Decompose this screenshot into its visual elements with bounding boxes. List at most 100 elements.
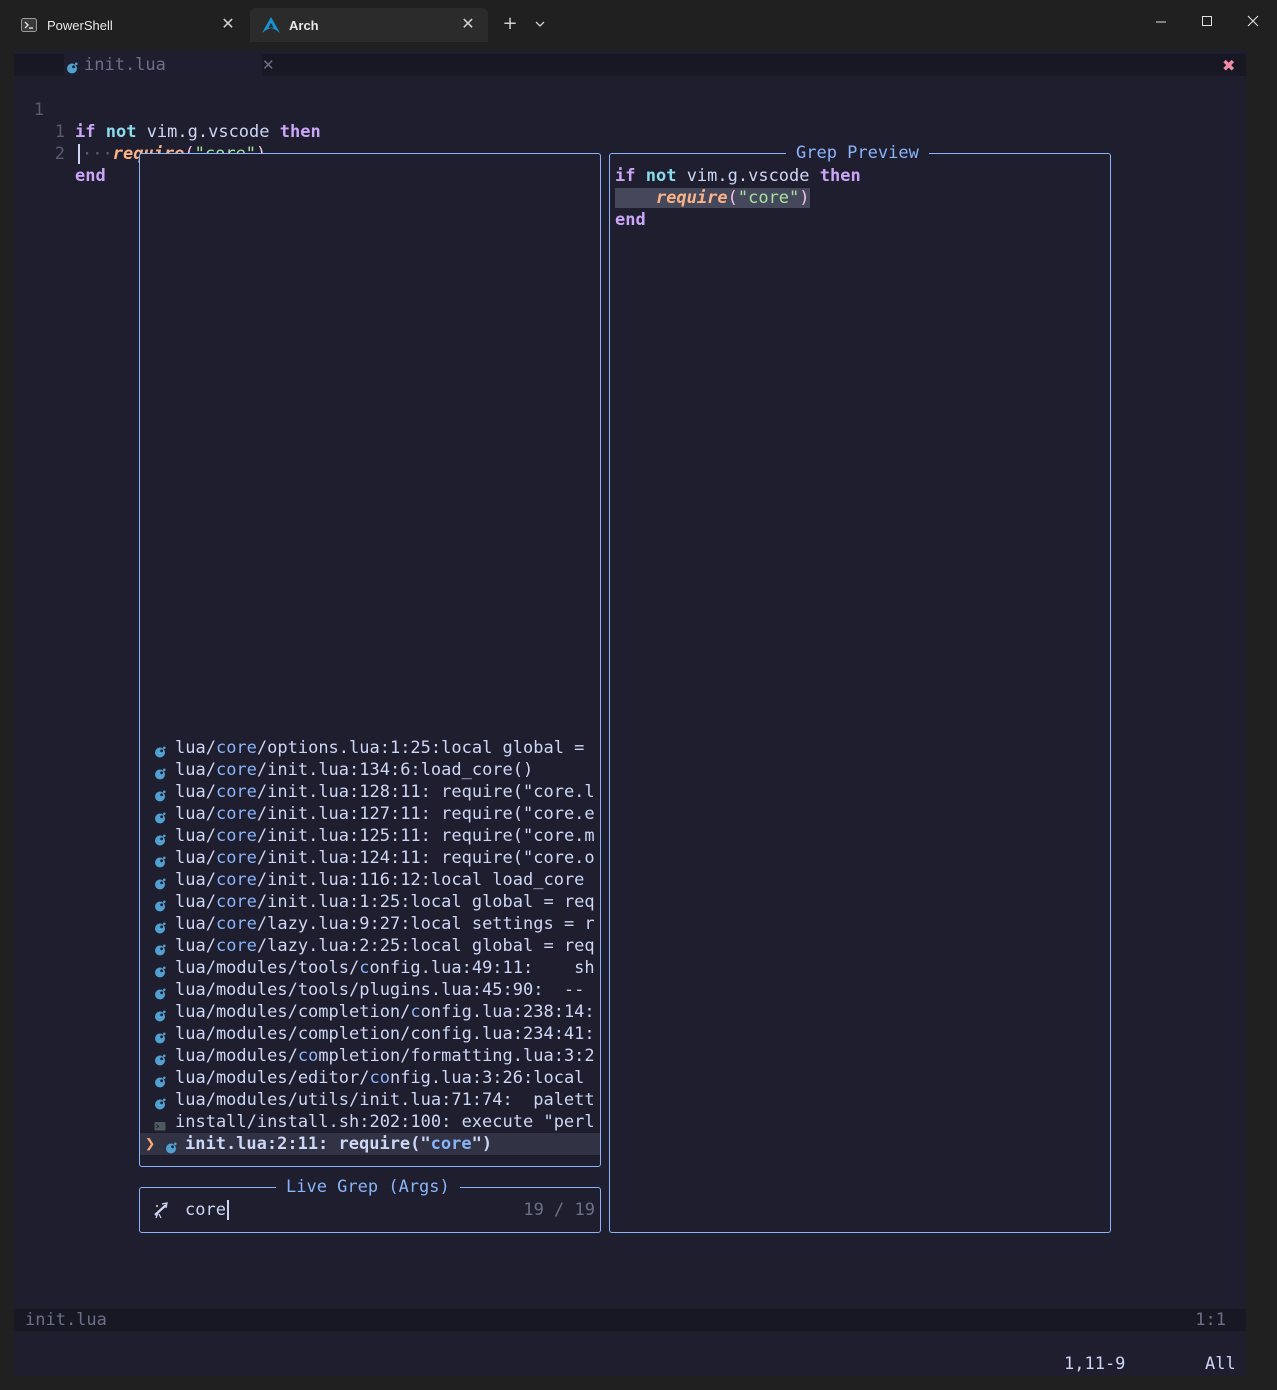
buffer-tab-init-lua[interactable]: init.lua ✕ bbox=[64, 54, 275, 79]
result-text: lua/core/lazy.lua:9:27:local settings = … bbox=[175, 914, 595, 934]
code-text: if not vim.g.vscode then bbox=[75, 122, 321, 142]
result-text: lua/modules/tools/plugins.lua:45:90: -- … bbox=[175, 980, 595, 1000]
result-row[interactable]: lua/modules/completion/config.lua:238:14… bbox=[140, 1001, 600, 1023]
result-text: lua/modules/tools/config.lua:49:11: sho bbox=[175, 958, 595, 978]
result-row[interactable]: lua/core/init.lua:127:11: require("core.… bbox=[140, 803, 600, 825]
new-tab-button[interactable]: + bbox=[500, 14, 520, 34]
lua-file-icon bbox=[154, 940, 166, 956]
close-tab-icon[interactable]: ✕ bbox=[220, 16, 236, 32]
prompt-title: Live Grep (Args) bbox=[276, 1177, 460, 1197]
tab-label: PowerShell bbox=[47, 17, 113, 33]
preview-line: require("core") bbox=[615, 187, 861, 209]
result-text: lua/core/init.lua:128:11: require("core.… bbox=[175, 782, 595, 802]
result-row[interactable]: lua/modules/completion/config.lua:234:41… bbox=[140, 1023, 600, 1045]
result-text: lua/core/init.lua:134:6:load_core() bbox=[175, 760, 534, 780]
result-text: lua/core/init.lua:124:11: require("core.… bbox=[175, 848, 595, 868]
lua-file-icon bbox=[154, 874, 166, 890]
result-row[interactable]: lua/modules/tools/config.lua:49:11: sho bbox=[140, 957, 600, 979]
powershell-icon bbox=[20, 16, 38, 34]
close-tab-icon[interactable]: ✕ bbox=[460, 16, 476, 32]
statusline: init.lua 1:1 bbox=[14, 1309, 1246, 1331]
result-text: lua/core/init.lua:1:25:local global = re… bbox=[175, 892, 595, 912]
lua-file-icon bbox=[154, 1094, 166, 1110]
lua-file-icon bbox=[154, 764, 166, 780]
result-text: install/install.sh:202:100: execute "per… bbox=[175, 1112, 595, 1132]
result-row[interactable]: lua/core/init.lua:124:11: require("core.… bbox=[140, 847, 600, 869]
lua-file-icon bbox=[154, 1028, 166, 1044]
lua-file-icon bbox=[154, 1072, 166, 1088]
tab-powershell[interactable]: PowerShell ✕ bbox=[8, 8, 248, 42]
lua-file-icon bbox=[154, 830, 166, 846]
result-row[interactable]: lua/modules/tools/plugins.lua:45:90: -- … bbox=[140, 979, 600, 1001]
terminal-margin bbox=[1246, 50, 1277, 1390]
minimize-button[interactable] bbox=[1149, 10, 1173, 34]
result-text: init.lua:2:11: require("core") bbox=[185, 1134, 493, 1154]
lua-file-icon bbox=[154, 984, 166, 1000]
lua-file-icon bbox=[154, 786, 166, 802]
result-text: lua/core/options.lua:1:25:local global =… bbox=[175, 738, 595, 758]
lua-file-icon bbox=[154, 852, 166, 868]
result-text: lua/core/lazy.lua:2:25:local global = re… bbox=[175, 936, 595, 956]
cursor-ruler: 1,11-9 bbox=[1064, 1354, 1126, 1374]
lua-file-icon bbox=[154, 742, 166, 758]
lua-file-icon bbox=[154, 808, 166, 824]
result-text: lua/modules/completion/config.lua:238:14… bbox=[175, 1002, 595, 1022]
result-row[interactable]: lua/modules/completion/formatting.lua:3:… bbox=[140, 1045, 600, 1067]
lua-file-icon bbox=[66, 59, 78, 79]
close-all-buffers-icon[interactable]: ✖ bbox=[1222, 56, 1235, 76]
arch-linux-icon bbox=[262, 16, 280, 34]
editor-line[interactable]: 2 end bbox=[14, 121, 106, 186]
preview-code: if not vim.g.vscode then require("core")… bbox=[615, 165, 861, 231]
telescope-icon bbox=[152, 1201, 170, 1224]
results-list: lua/core/options.lua:1:25:local global =… bbox=[140, 737, 600, 1155]
telescope-results-window[interactable]: lua/core/options.lua:1:25:local global =… bbox=[139, 153, 601, 1167]
result-row[interactable]: lua/core/init.lua:125:11: require("core.… bbox=[140, 825, 600, 847]
lua-file-icon bbox=[154, 896, 166, 912]
statusline-position: 1:1 bbox=[1195, 1310, 1226, 1330]
editor-line[interactable]: 1 if not vim.g.vscode then bbox=[14, 77, 321, 142]
result-row[interactable]: lua/core/init.lua:134:6:load_core() bbox=[140, 759, 600, 781]
result-row[interactable]: lua/modules/utils/init.lua:71:74: palett… bbox=[140, 1089, 600, 1111]
result-row[interactable]: lua/core/init.lua:116:12:local load_core… bbox=[140, 869, 600, 891]
terminal-margin bbox=[0, 1376, 1277, 1390]
scroll-indicator: All bbox=[1205, 1354, 1236, 1374]
maximize-button[interactable] bbox=[1195, 10, 1219, 34]
terminal-margin bbox=[0, 50, 14, 1390]
chevron-down-icon[interactable] bbox=[531, 14, 549, 34]
result-row[interactable]: lua/core/options.lua:1:25:local global =… bbox=[140, 737, 600, 759]
result-text: lua/modules/completion/formatting.lua:3:… bbox=[175, 1046, 595, 1066]
tab-label: Arch bbox=[289, 17, 319, 33]
code-text: end bbox=[75, 166, 106, 186]
selection-caret-icon: ❯ bbox=[145, 1134, 156, 1154]
result-text: lua/modules/editor/config.lua:3:26:local… bbox=[175, 1068, 595, 1088]
preview-line: if not vim.g.vscode then bbox=[615, 166, 861, 186]
lua-file-icon bbox=[154, 918, 166, 934]
result-text: lua/core/init.lua:127:11: require("core.… bbox=[175, 804, 595, 824]
editor-line[interactable]: 1 ···require("core") bbox=[14, 99, 266, 164]
close-buffer-icon[interactable]: ✕ bbox=[262, 54, 275, 76]
statusline-filename: init.lua bbox=[25, 1310, 107, 1330]
result-row[interactable]: lua/core/init.lua:128:11: require("core.… bbox=[140, 781, 600, 803]
result-text: lua/core/init.lua:125:11: require("core.… bbox=[175, 826, 595, 846]
result-text: lua/modules/completion/config.lua:234:41… bbox=[175, 1024, 595, 1044]
search-input[interactable]: core bbox=[185, 1199, 229, 1221]
lua-file-icon bbox=[154, 1050, 166, 1066]
result-row[interactable]: lua/core/lazy.lua:9:27:local settings = … bbox=[140, 913, 600, 935]
result-row[interactable]: lua/core/lazy.lua:2:25:local global = re… bbox=[140, 935, 600, 957]
lua-file-icon bbox=[165, 1138, 177, 1154]
buffer-tab-label: init.lua bbox=[84, 55, 166, 75]
result-text: lua/core/init.lua:116:12:local load_core… bbox=[175, 870, 595, 890]
line-number: 2 bbox=[54, 144, 65, 164]
telescope-prompt-window[interactable]: Live Grep (Args) core 19 / 19 bbox=[139, 1177, 601, 1233]
result-row[interactable]: install/install.sh:202:100: execute "per… bbox=[140, 1111, 600, 1133]
result-row[interactable]: lua/modules/editor/config.lua:3:26:local… bbox=[140, 1067, 600, 1089]
preview-title: Grep Preview bbox=[786, 143, 929, 163]
preview-line: end bbox=[615, 210, 646, 230]
close-window-button[interactable] bbox=[1241, 10, 1265, 34]
command-line[interactable]: 1,11-9 All bbox=[14, 1353, 1246, 1375]
result-text: lua/modules/utils/init.lua:71:74: palett… bbox=[175, 1090, 595, 1110]
tab-arch[interactable]: Arch ✕ bbox=[250, 8, 488, 42]
result-row[interactable]: lua/core/init.lua:1:25:local global = re… bbox=[140, 891, 600, 913]
result-row-selected[interactable]: ❯ init.lua:2:11: require("core") bbox=[140, 1133, 600, 1155]
shell-file-icon bbox=[154, 1116, 166, 1131]
